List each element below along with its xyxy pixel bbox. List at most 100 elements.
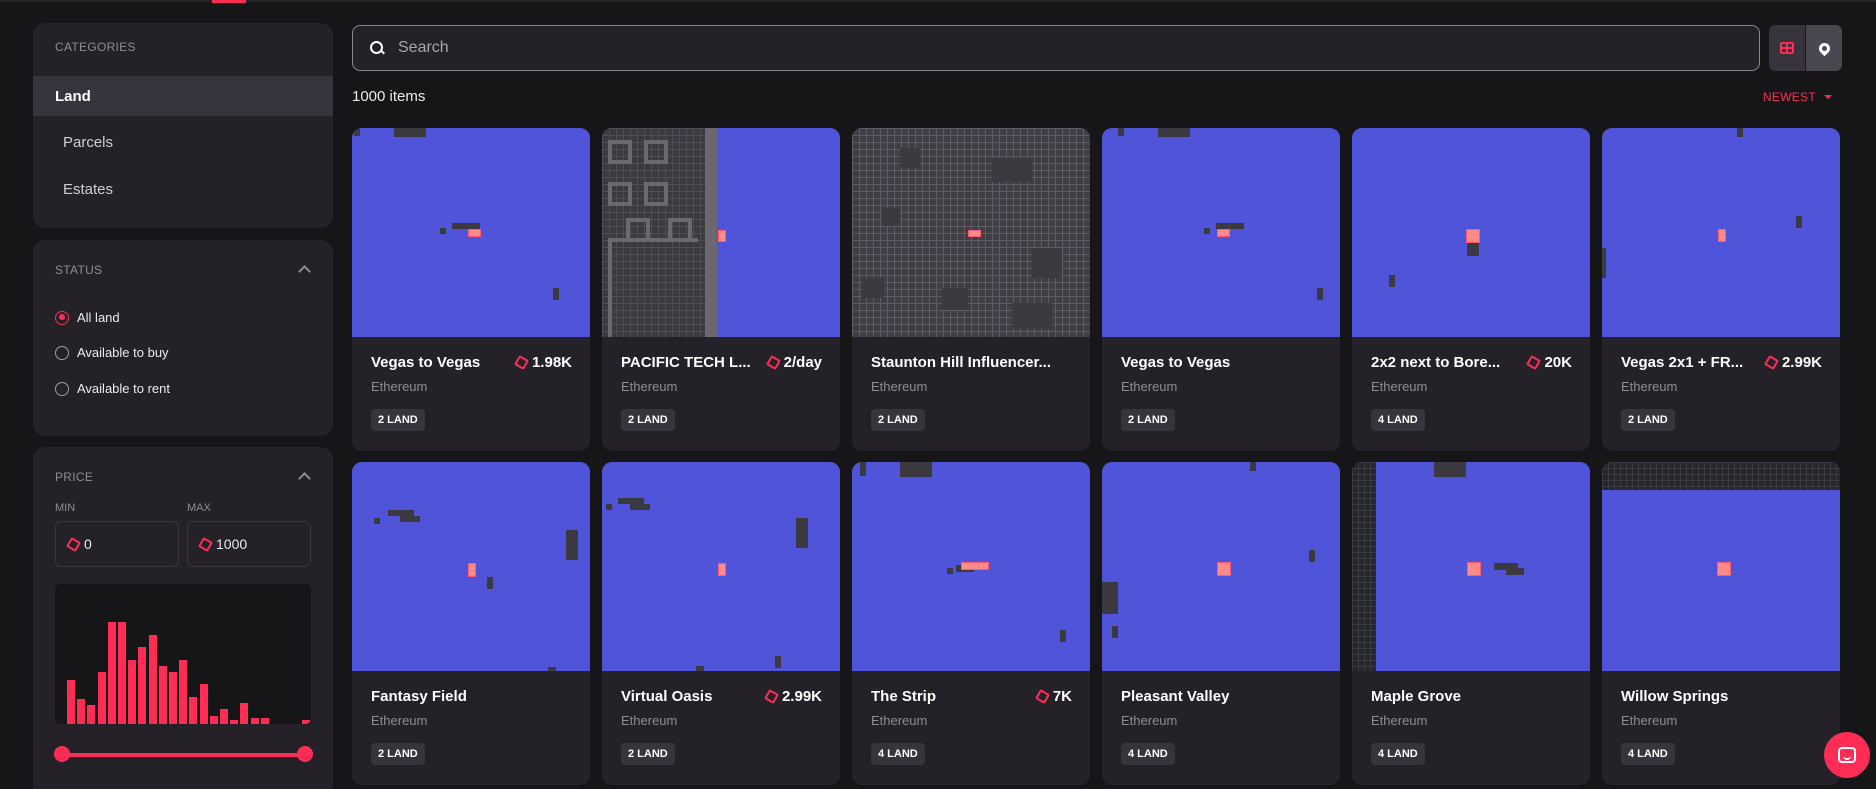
chevron-up-icon[interactable] [298,472,311,485]
histogram-bar [230,720,239,724]
max-price-input[interactable]: 1000 [187,521,311,567]
map-view-button[interactable] [1806,25,1842,71]
land-size-badge: 4 LAND [871,743,925,765]
land-map-thumbnail [352,462,590,671]
histogram-bar [67,680,75,724]
land-card[interactable]: The Strip 7K Ethereum 4 LAND [852,462,1090,785]
mana-icon [513,354,529,371]
land-card[interactable]: Vegas 2x1 + FR... 2.99K Ethereum 2 LAND [1602,128,1840,451]
land-size-badge: 2 LAND [371,743,425,765]
card-title: Vegas to Vegas [1121,354,1231,371]
max-label: MAX [187,502,211,514]
land-map-thumbnail [1602,462,1840,671]
land-card[interactable]: Staunton Hill Influencer... Ethereum 2 L… [852,128,1090,451]
histogram-bar [148,635,157,724]
search-icon [370,41,384,55]
radio-selected-icon [55,310,69,325]
chevron-up-icon[interactable] [298,265,311,278]
land-map-thumbnail [1102,128,1340,337]
price-title: PRICE [55,470,94,484]
land-map-thumbnail [1352,462,1590,671]
histogram-bar [77,699,86,724]
land-size-badge: 2 LAND [371,409,425,431]
card-price: 2.99K [763,688,822,705]
card-title: 2x2 next to Bore... [1371,354,1501,371]
histogram-bar [179,660,188,724]
radio-label: Available to rent [77,381,170,396]
price-range-track[interactable] [61,753,304,757]
land-card[interactable]: Maple Grove Ethereum 4 LAND [1352,462,1590,785]
active-nav-indicator [212,0,246,3]
card-network: Ethereum [1121,379,1178,394]
histogram-bar [250,718,259,724]
land-card[interactable]: Vegas to Vegas Ethereum 2 LAND [1102,128,1340,451]
search-bar[interactable] [352,25,1760,71]
category-land[interactable]: Land [33,76,333,116]
mana-icon [65,536,82,552]
land-size-badge: 2 LAND [1121,409,1175,431]
histogram-bar [158,666,167,724]
price-histogram [55,584,311,724]
card-title: Virtual Oasis [621,688,713,705]
card-title: Staunton Hill Influencer... [871,354,1052,371]
land-card[interactable]: PACIFIC TECH L... 2/day Ethereum 2 LAND [602,128,840,451]
grid-view-button[interactable] [1769,25,1805,71]
map-pin-icon [1816,40,1832,56]
land-card[interactable]: Virtual Oasis 2.99K Ethereum 2 LAND [602,462,840,785]
card-network: Ethereum [1121,713,1178,728]
radio-icon [55,381,69,396]
land-map-thumbnail [852,128,1090,337]
card-price: 2.99K [1763,354,1822,371]
top-divider [0,0,1876,2]
sort-dropdown[interactable]: NEWEST [1763,90,1832,104]
category-estates[interactable]: Estates [33,169,333,209]
max-price-handle[interactable] [297,746,313,762]
min-price-value: 0 [84,536,92,552]
histogram-bar [138,647,147,724]
sort-label: NEWEST [1762,90,1816,104]
status-all-land[interactable]: All land [55,310,120,325]
land-map-thumbnail [352,128,590,337]
histogram-bar [199,684,208,724]
histogram-bar [169,672,177,724]
mana-icon [1034,688,1050,705]
land-size-badge: 2 LAND [871,409,925,431]
histogram-bar [220,709,228,724]
radio-label: All land [77,310,120,325]
card-network: Ethereum [871,379,928,394]
chat-icon [1838,747,1856,763]
mana-icon [765,354,781,371]
histogram-bar [97,672,106,724]
land-size-badge: 2 LAND [1621,409,1675,431]
search-input[interactable] [398,39,1698,57]
category-parcels[interactable]: Parcels [33,122,333,162]
land-size-badge: 2 LAND [621,743,675,765]
histogram-bar [209,716,218,724]
status-available-to-rent[interactable]: Available to rent [55,381,170,396]
results-count: 1000 items [352,88,426,105]
card-network: Ethereum [1621,713,1678,728]
land-size-badge: 4 LAND [1121,743,1175,765]
histogram-bar [260,718,269,724]
card-title: Willow Springs [1621,688,1729,705]
land-map-thumbnail [852,462,1090,671]
categories-panel: CATEGORIES Land Parcels Estates [33,23,333,228]
land-card[interactable]: Vegas to Vegas 1.98K Ethereum 2 LAND [352,128,590,451]
land-card[interactable]: Pleasant Valley Ethereum 4 LAND [1102,462,1340,785]
status-available-to-buy[interactable]: Available to buy [55,345,169,360]
histogram-bar [301,720,310,724]
chat-button[interactable] [1824,732,1870,778]
card-network: Ethereum [1371,713,1428,728]
card-title: Fantasy Field [371,688,467,705]
categories-title: CATEGORIES [55,40,136,54]
min-price-handle[interactable] [54,746,70,762]
land-card[interactable]: 2x2 next to Bore... 20K Ethereum 4 LAND [1352,128,1590,451]
land-card[interactable]: Fantasy Field Ethereum 2 LAND [352,462,590,785]
land-card[interactable]: Willow Springs Ethereum 4 LAND [1602,462,1840,785]
land-size-badge: 4 LAND [1371,409,1425,431]
land-map-thumbnail [1352,128,1590,337]
status-panel: STATUS All land Available to buy Availab… [33,240,333,436]
card-price: 1.98K [513,354,572,371]
card-price: 20K [1526,354,1572,371]
min-price-input[interactable]: 0 [55,521,179,567]
